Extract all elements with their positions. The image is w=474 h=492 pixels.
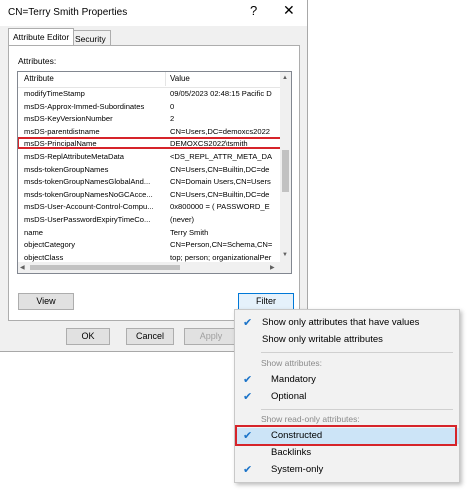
menu-item-label: Show only attributes that have values [262,317,420,328]
attribute-value-cell: CN=Users,CN=Builtin,DC=de [170,189,270,199]
attribute-name-cell: msDS-parentdistname [24,126,100,136]
attribute-name-cell: msDS-Approx-Immed-Subordinates [24,101,145,111]
cancel-button[interactable]: Cancel [126,328,174,345]
attribute-name-cell: msds-tokenGroupNames [24,164,109,174]
attribute-value-cell: 09/05/2023 02:48:15 Pacific D [170,89,272,98]
table-row[interactable]: msDS-parentdistname CN=Users,DC=demoxcs20… [18,126,280,137]
ok-button[interactable]: OK [66,328,110,345]
help-icon[interactable]: ? [250,3,257,18]
menu-item-label: Optional [271,391,307,402]
attribute-value-cell: CN=Person,CN=Schema,CN= [170,240,273,250]
check-icon: ✔ [243,374,253,386]
attribute-value-cell: CN=Domain Users,CN=Users [170,177,271,187]
attribute-value-cell: 2 [170,114,175,124]
attributes-list[interactable]: Attribute Value modifyTimeStamp 09/05/202… [17,71,292,274]
attribute-name-cell: msDS-ReplAttributeMetaData [24,152,125,161]
attribute-value-cell: 0x800000 = ( PASSWORD_E [170,202,270,212]
table-row[interactable]: msds-tokenGroupNames CN=Users,CN=Builtin,… [18,164,280,175]
menu-item-values-only[interactable]: ✔ Show only attributes that have values [235,315,459,331]
menu-item-backlinks[interactable]: Backlinks [235,445,459,461]
menu-item-label: Mandatory [271,374,316,385]
check-icon: ✔ [243,391,253,403]
menu-item-system-only[interactable]: ✔ System-only [235,462,459,478]
table-row[interactable]: msDS-UserPasswordExpiryTimeCo... (never) [18,214,280,225]
attribute-editor-panel: Attributes: Attribute Value modifyTimeSt… [8,45,300,321]
filter-button[interactable]: Filter [238,293,294,310]
attribute-name-cell: msds-tokenGroupNamesGlobalAnd... [24,177,151,187]
attributes-label: Attributes: [18,56,57,66]
attribute-name-cell: msds-tokenGroupNamesNoGCAcce... [24,189,153,199]
attribute-value-cell: (never) [170,215,195,224]
attribute-name-cell: msDS-User-Account-Control-Compu... [24,202,154,212]
tab-security[interactable]: Security [70,30,111,45]
filter-menu: ✔ Show only attributes that have values … [234,309,460,483]
vertical-scroll-thumb[interactable] [282,150,289,192]
check-icon: ✔ [243,317,253,329]
attribute-value-cell: Terry Smith [170,227,209,237]
table-row[interactable]: msDS-KeyVersionNumber 2 [18,113,280,124]
view-button[interactable]: View [18,293,74,310]
column-header-value[interactable]: Value [170,74,190,83]
attribute-name-cell: msDS-UserPasswordExpiryTimeCo... [24,215,151,224]
menu-separator [261,352,453,353]
attribute-value-cell: 0 [170,101,175,111]
attribute-value-cell: <DS_REPL_ATTR_META_DA [170,152,273,161]
column-header-attribute[interactable]: Attribute [24,74,54,83]
readonly-attributes-header: Show read-only attributes: [261,414,360,424]
horizontal-scroll-thumb[interactable] [30,265,180,270]
table-row[interactable]: msds-tokenGroupNamesGlobalAnd... CN=Domai… [18,176,280,187]
menu-item-label: Backlinks [271,447,312,458]
attribute-name-cell: msDS-KeyVersionNumber [24,114,113,124]
table-row[interactable]: msDS-User-Account-Control-Compu... 0x8000… [18,201,280,212]
attribute-name-cell: modifyTimeStamp [24,89,85,98]
close-icon[interactable]: ✕ [283,2,295,19]
show-attributes-header: Show attributes: [261,358,322,368]
menu-item-writable-only[interactable]: Show only writable attributes [235,332,459,348]
attribute-name-cell: objectCategory [24,240,76,250]
title-bar: CN=Terry Smith Properties ? ✕ [0,0,307,26]
tab-attribute-editor[interactable]: Attribute Editor [8,28,75,45]
scroll-left-icon[interactable]: ◀ [20,264,25,271]
table-row[interactable]: modifyTimeStamp 09/05/2023 02:48:15 Pacif… [18,88,280,99]
attribute-name-cell: name [24,227,43,237]
column-separator[interactable] [165,72,166,86]
attribute-value-cell: CN=Users,DC=demoxcs2022 [170,126,271,136]
principal-name-highlight-box [18,137,287,150]
menu-separator [261,409,453,410]
constructed-highlight-box [235,425,457,446]
attribute-value-cell: CN=Users,CN=Builtin,DC=de [170,164,270,174]
apply-button[interactable]: Apply [184,328,238,345]
table-row[interactable]: msds-tokenGroupNamesNoGCAcce... CN=Users,… [18,189,280,200]
scroll-right-icon[interactable]: ▶ [270,264,275,271]
window-title: CN=Terry Smith Properties [8,7,128,18]
table-row[interactable]: msDS-ReplAttributeMetaData <DS_REPL_ATTR_… [18,151,280,162]
vertical-scrollbar[interactable]: ▲ ▼ [280,72,291,273]
scroll-down-icon[interactable]: ▼ [282,252,288,258]
list-header: Attribute Value [18,72,280,88]
properties-dialog: CN=Terry Smith Properties ? ✕ Attribute … [0,0,308,352]
table-row[interactable]: name Terry Smith [18,227,280,238]
menu-item-label: Show only writable attributes [262,334,383,345]
scroll-up-icon[interactable]: ▲ [282,75,288,81]
table-row[interactable]: msDS-Approx-Immed-Subordinates 0 [18,101,280,112]
menu-item-optional[interactable]: ✔ Optional [235,389,459,405]
table-row[interactable]: objectCategory CN=Person,CN=Schema,CN= [18,239,280,250]
menu-item-label: System-only [271,464,324,475]
horizontal-scrollbar[interactable]: ◀ ▶ [18,262,280,273]
menu-item-mandatory[interactable]: ✔ Mandatory [235,372,459,388]
check-icon: ✔ [243,464,253,476]
